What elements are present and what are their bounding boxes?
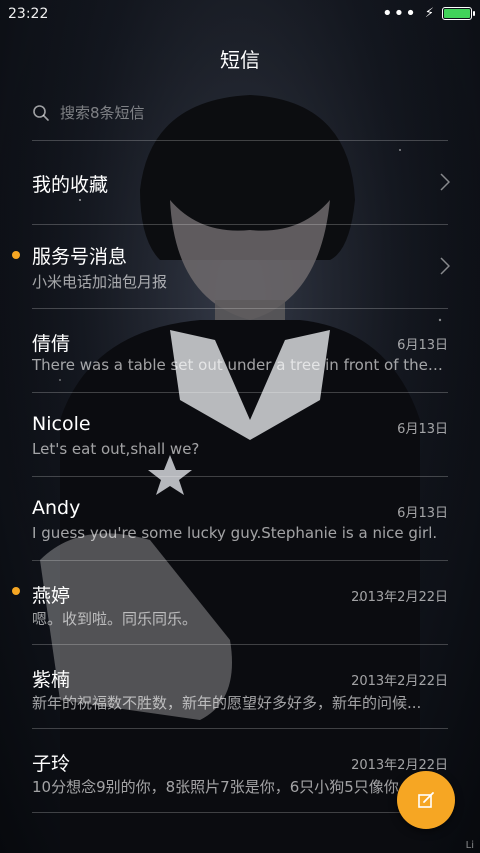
battery-icon <box>442 7 475 20</box>
service-messages-row[interactable]: 服务号消息 小米电话加油包月报 <box>0 225 480 308</box>
thread-row[interactable]: 燕婷 2013年2月22日 嗯。收到啦。同乐同乐。 <box>0 561 480 644</box>
search-icon <box>33 104 49 121</box>
compose-button[interactable] <box>397 771 455 829</box>
contact-name: Andy <box>32 497 81 519</box>
message-date: 6月13日 <box>397 506 448 521</box>
contact-name: 子玲 <box>32 753 71 775</box>
chevron-right-icon <box>440 257 450 275</box>
message-date: 2013年2月22日 <box>351 590 448 605</box>
more-dots-icon: ••• <box>382 2 417 24</box>
favorites-row[interactable]: 我的收藏 <box>0 141 480 224</box>
battery-level <box>444 9 470 18</box>
corner-watermark: Li <box>465 840 474 851</box>
message-preview: Let's eat out,shall we? <box>32 440 200 458</box>
divider <box>32 812 448 813</box>
message-date: 2013年2月22日 <box>351 674 448 689</box>
search-input[interactable]: 搜索8条短信 <box>60 102 145 123</box>
compose-icon <box>418 792 434 808</box>
messages-screen: 23:22 ••• ⚡ 短信 搜索8条短信 我的收藏 服务号消息 小米电话加油包… <box>0 0 480 853</box>
unread-dot <box>12 587 20 595</box>
favorites-label: 我的收藏 <box>32 174 109 196</box>
service-title: 服务号消息 <box>32 246 128 268</box>
thread-row[interactable]: Nicole 6月13日 Let's eat out,shall we? <box>0 393 480 476</box>
thread-row[interactable]: Andy 6月13日 I guess you're some lucky guy… <box>0 477 480 560</box>
message-preview: There was a table set out under a tree i… <box>32 356 446 374</box>
contact-name: 紫楠 <box>32 669 71 691</box>
status-icons: ••• ⚡ <box>382 2 475 24</box>
thread-row[interactable]: 紫楠 2013年2月22日 新年的祝福数不胜数，新年的愿望好多好多，新年的问候.… <box>0 645 480 728</box>
thread-row[interactable]: 倩倩 6月13日 There was a table set out under… <box>0 309 480 392</box>
search-bar[interactable]: 搜索8条短信 <box>32 102 145 123</box>
message-preview: 嗯。收到啦。同乐同乐。 <box>32 610 198 628</box>
unread-dot <box>12 251 20 259</box>
status-bar: 23:22 ••• ⚡ <box>0 0 480 30</box>
service-preview: 小米电话加油包月报 <box>32 273 168 291</box>
status-time: 23:22 <box>8 6 49 22</box>
page-title: 短信 <box>220 48 260 72</box>
chevron-right-icon <box>440 173 450 191</box>
message-preview: 10分想念9别的你，8张照片7张是你，6只小狗5只像你 <box>32 778 399 796</box>
charging-icon: ⚡ <box>424 6 434 21</box>
message-preview: I guess you're some lucky guy.Stephanie … <box>32 524 438 542</box>
contact-name: Nicole <box>32 413 91 435</box>
contact-name: 燕婷 <box>32 585 71 607</box>
message-preview: 新年的祝福数不胜数，新年的愿望好多好多，新年的问候... <box>32 694 422 712</box>
contact-name: 倩倩 <box>32 333 71 355</box>
message-date: 6月13日 <box>397 338 448 353</box>
message-date: 2013年2月22日 <box>351 758 448 773</box>
message-date: 6月13日 <box>397 422 448 437</box>
